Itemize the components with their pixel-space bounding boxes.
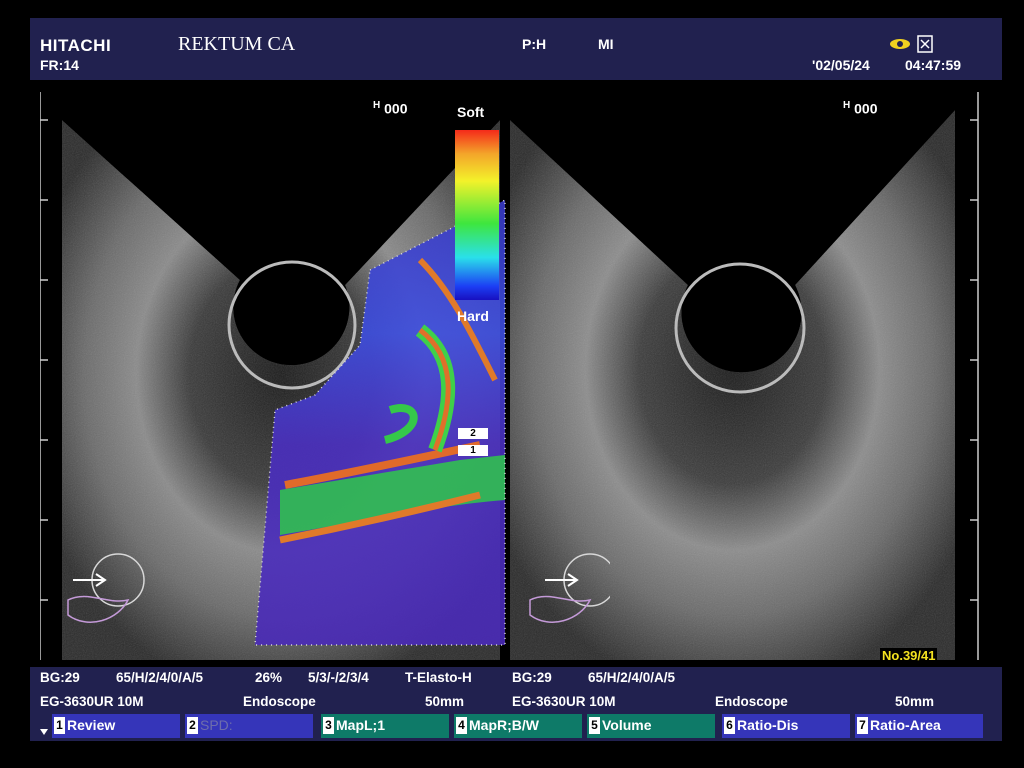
bg-right: BG:29 [512,670,552,685]
depth-right: 50mm [895,694,935,709]
elasto-params: 5/3/-/2/3/4 [308,670,369,685]
softkey-volume[interactable]: 5 Volume [587,714,715,738]
freeze-status-icon [890,35,933,53]
body-mark-left-icon [67,553,145,623]
frame-rate: FR:14 [40,57,79,73]
params-left: 65/H/2/4/0/A/5 [116,670,204,685]
exam-date: '02/05/24 [812,57,870,73]
probe-mode: P:H [522,36,547,52]
menu-arrow-icon [40,729,48,735]
softkey-map-right[interactable]: 4 MapR;B/W [454,714,582,738]
left-depth-readout: H 000 [373,100,408,117]
ultrasound-image-area[interactable] [39,80,980,665]
elasto-mode: T-Elasto-H [405,670,472,685]
exam-time: 04:47:59 [905,57,962,73]
mechanical-index: MI [598,36,614,52]
roi-marker-1[interactable]: 1 [458,445,488,456]
probe-right: EG-3630UR 10M [512,694,616,709]
colorbar-hard-label: Hard [457,308,489,324]
dual-ultrasound-view [39,80,980,660]
probe-left: EG-3630UR 10M [40,694,144,709]
right-depth-readout: H 000 [843,100,878,117]
frame-counter: No.39/41 [880,648,938,663]
elasticity-colorbar [455,130,499,300]
softkey-spd[interactable]: 2 SPD: [185,714,313,738]
softkey-ratio-area[interactable]: 7 Ratio-Area [855,714,983,738]
body-mark-right-icon [529,553,610,623]
softkey-map-left[interactable]: 3 MapL;1 [321,714,449,738]
type-right: Endoscope [715,694,788,709]
colorbar-soft-label: Soft [457,104,485,120]
softkey-ratio-dis[interactable]: 6 Ratio-Dis [722,714,850,738]
params-right: 65/H/2/4/0/A/5 [588,670,676,685]
percent-value: 26% [255,670,283,685]
roi-marker-2[interactable]: 2 [458,428,488,439]
type-left: Endoscope [243,694,316,709]
bg-left: BG:29 [40,670,80,685]
softkey-review[interactable]: 1 Review [52,714,180,738]
exam-title: REKTUM CA [178,33,296,55]
brand-logo: HITACHI [40,36,112,55]
depth-left: 50mm [425,694,465,709]
